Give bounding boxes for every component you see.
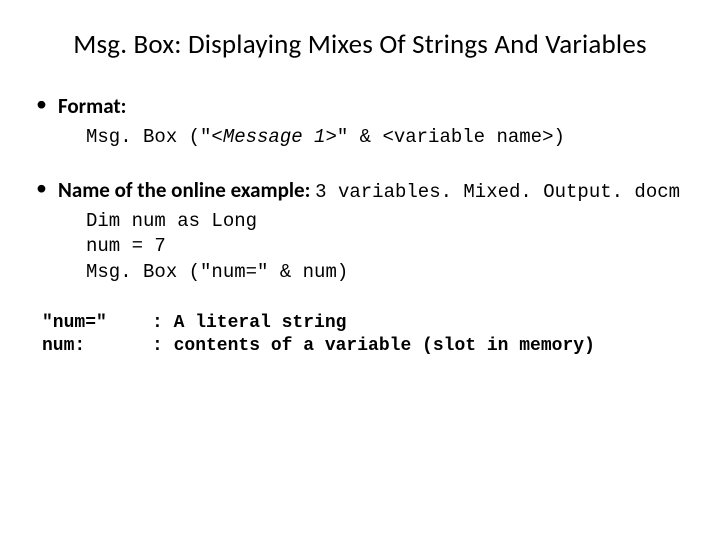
format-code-pre: Msg. Box (" xyxy=(86,126,211,148)
definition-term: num: xyxy=(42,335,152,358)
definition-row: num: : contents of a variable (slot in m… xyxy=(42,335,690,358)
example-label: Name of the online example: xyxy=(58,177,310,203)
bullet-format: Format: Msg. Box ("<Message 1>" & <varia… xyxy=(30,93,690,151)
format-label: Format: xyxy=(58,93,126,119)
definition-desc: : A literal string xyxy=(152,312,346,335)
definitions-block: "num=" : A literal string num: : content… xyxy=(42,312,690,359)
example-code: Dim num as Long num = 7 Msg. Box ("num="… xyxy=(86,209,690,286)
slide: Msg. Box: Displaying Mixes Of Strings An… xyxy=(0,0,720,540)
definition-row: "num=" : A literal string xyxy=(42,312,690,335)
format-code: Msg. Box ("<Message 1>" & <variable name… xyxy=(86,125,690,151)
format-code-post: " & <variable name>) xyxy=(337,126,565,148)
example-filename: 3 variables. Mixed. Output. docm xyxy=(315,181,680,203)
definition-term: "num=" xyxy=(42,312,152,335)
bullet-example: Name of the online example: 3 variables.… xyxy=(30,177,690,286)
content-list: Format: Msg. Box ("<Message 1>" & <varia… xyxy=(30,93,690,286)
slide-title: Msg. Box: Displaying Mixes Of Strings An… xyxy=(30,28,690,61)
definition-desc: : contents of a variable (slot in memory… xyxy=(152,335,595,358)
format-code-italic: <Message 1> xyxy=(211,126,336,148)
